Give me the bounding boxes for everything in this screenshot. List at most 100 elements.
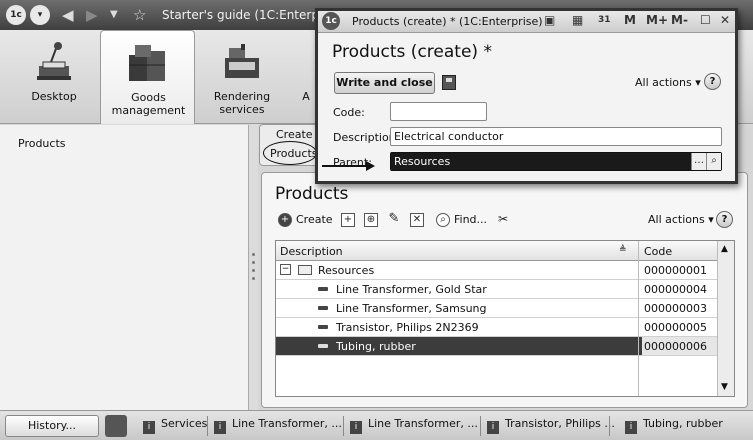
table-row[interactable]: Line Transformer, Gold Star 000000004 <box>276 280 718 299</box>
item-icon <box>318 287 328 291</box>
task-line-transformer-1[interactable]: i Line Transformer, ... <box>214 417 342 435</box>
section-label: Goods management <box>111 91 186 117</box>
section-rendering-services[interactable]: Rendering services <box>205 30 279 124</box>
panel-splitter[interactable] <box>250 125 258 410</box>
copy-item-icon[interactable]: ⊕ <box>364 213 378 227</box>
section-label: Desktop <box>31 90 77 103</box>
row-description: Line Transformer, Samsung <box>336 302 487 315</box>
find-magnifier-icon[interactable]: ⌕ <box>436 213 450 227</box>
maximize-icon[interactable]: ☐ <box>700 13 711 27</box>
edit-pencil-icon[interactable]: ✎ <box>387 212 401 227</box>
item-icon <box>318 344 328 348</box>
table-row[interactable]: Transistor, Philips 2N2369 000000005 <box>276 318 718 337</box>
code-field[interactable] <box>390 102 487 121</box>
history-button[interactable]: History... <box>5 415 99 437</box>
parent-field-value: Resources <box>394 155 451 168</box>
popup-window-icon[interactable]: ▣ <box>544 13 555 27</box>
forward-arrow-icon[interactable]: ▶ <box>86 5 98 25</box>
annotation-arrowhead <box>366 161 375 171</box>
products-table: Description ≜ Code − Resources 000000001… <box>275 240 735 397</box>
list-toolbar: + Create + ⊕ ✎ ✕ ⌕ Find... ✂ All actions… <box>275 210 737 232</box>
save-icon[interactable] <box>442 75 456 90</box>
row-code: 000000004 <box>644 283 707 296</box>
description-field[interactable]: Electrical conductor <box>390 127 722 146</box>
row-description: Line Transformer, Gold Star <box>336 283 487 296</box>
section-label: A <box>302 90 310 103</box>
help-icon[interactable]: ? <box>716 211 733 228</box>
windows-list-icon[interactable] <box>105 415 127 437</box>
annotation-arrow <box>322 165 372 167</box>
row-code: 000000005 <box>644 321 707 334</box>
section-partial[interactable]: A <box>296 30 316 124</box>
table-row-selected[interactable]: Tubing, rubber 000000006 <box>276 337 718 356</box>
row-code: 000000003 <box>644 302 707 315</box>
scroll-up-icon[interactable]: ▲ <box>721 244 728 254</box>
task-transistor[interactable]: i Transistor, Philips ... <box>487 417 615 435</box>
folder-icon <box>298 265 312 275</box>
delete-mark-icon[interactable]: ✕ <box>410 213 424 227</box>
popup-all-actions-menu[interactable]: All actions ▾ <box>635 76 701 89</box>
goods-boxes-icon <box>128 45 165 81</box>
item-icon <box>318 306 328 310</box>
task-tubing-rubber[interactable]: i Tubing, rubber <box>625 417 723 435</box>
parent-search-icon[interactable]: ⌕ <box>706 153 721 170</box>
column-header-code[interactable]: Code <box>644 245 672 258</box>
popup-app-logo-icon[interactable]: 1c <box>322 12 340 30</box>
row-description: Tubing, rubber <box>336 340 416 353</box>
history-dropdown-icon[interactable]: ▼ <box>110 5 118 25</box>
task-services[interactable]: i Services <box>143 417 207 435</box>
favorites-star-icon[interactable]: ☆ <box>133 5 146 25</box>
column-header-description[interactable]: Description <box>280 245 343 258</box>
column-separator <box>638 241 639 396</box>
table-header: Description ≜ Code <box>276 241 718 261</box>
section-goods-management[interactable]: Goods management <box>100 30 195 124</box>
desktop-icon <box>37 42 71 80</box>
memory-m-plus-button[interactable]: M+ <box>646 13 668 27</box>
table-row[interactable]: Line Transformer, Samsung 000000003 <box>276 299 718 318</box>
products-create-window: 1c Products (create) * (1C:Enterprise) ▣… <box>315 8 738 184</box>
find-button[interactable]: Find... <box>454 213 487 226</box>
products-list-form: Products + Create + ⊕ ✎ ✕ ⌕ Find... ✂ Al… <box>261 172 748 408</box>
row-description: Resources <box>318 264 375 277</box>
table-vertical-scrollbar[interactable]: ▲ ▼ <box>717 241 734 396</box>
select-ellipsis-icon[interactable]: … <box>691 153 706 170</box>
row-code: 000000001 <box>644 264 707 277</box>
popup-title-bar: 1c Products (create) * (1C:Enterprise) ▣… <box>318 11 735 33</box>
section-label: Rendering services <box>213 90 271 116</box>
left-navigation-panel: Products <box>0 125 249 410</box>
item-icon <box>318 325 328 329</box>
calculator-icon[interactable]: ▦ <box>572 13 583 27</box>
memory-m-button[interactable]: M <box>624 13 636 27</box>
highlight-ellipse <box>263 141 317 165</box>
memory-m-minus-button[interactable]: M- <box>671 13 688 27</box>
calendar-icon[interactable]: 31 <box>598 15 611 25</box>
row-description: Transistor, Philips 2N2369 <box>336 321 479 334</box>
open-windows-bar: History... i Services i Line Transformer, … <box>0 410 753 440</box>
write-and-close-button[interactable]: Write and close <box>334 72 435 94</box>
back-arrow-icon[interactable]: ◀ <box>62 5 74 25</box>
app-logo-icon[interactable]: 1c <box>6 5 26 25</box>
main-menu-icon[interactable]: ▾ <box>30 5 50 25</box>
create-plus-icon[interactable]: + <box>278 213 292 227</box>
table-row[interactable]: − Resources 000000001 <box>276 261 718 280</box>
popup-heading: Products (create) * <box>332 42 492 62</box>
popup-help-icon[interactable]: ? <box>704 73 721 90</box>
row-code: 000000006 <box>642 337 718 355</box>
close-icon[interactable]: ✕ <box>720 13 730 27</box>
create-button[interactable]: Create <box>296 213 333 226</box>
code-label: Code: <box>333 106 365 119</box>
create-folder-icon[interactable]: + <box>341 213 355 227</box>
section-desktop[interactable]: Desktop <box>18 30 90 124</box>
list-title: Products <box>275 184 349 204</box>
task-line-transformer-2[interactable]: i Line Transformer, ... <box>350 417 478 435</box>
all-actions-menu[interactable]: All actions ▾ <box>648 213 714 226</box>
cancel-search-icon[interactable]: ✂ <box>496 213 510 227</box>
parent-field[interactable]: Resources … ⌕ <box>390 152 722 171</box>
popup-window-title: Products (create) * (1C:Enterprise) <box>352 15 543 28</box>
collapse-toggle-icon[interactable]: − <box>280 264 291 275</box>
cash-register-icon <box>225 44 259 78</box>
sort-order-icon: ≜ <box>619 245 627 255</box>
nav-create-link[interactable]: Create <box>276 128 313 141</box>
left-panel-item-products[interactable]: Products <box>18 137 66 150</box>
scroll-down-icon[interactable]: ▼ <box>721 382 728 392</box>
